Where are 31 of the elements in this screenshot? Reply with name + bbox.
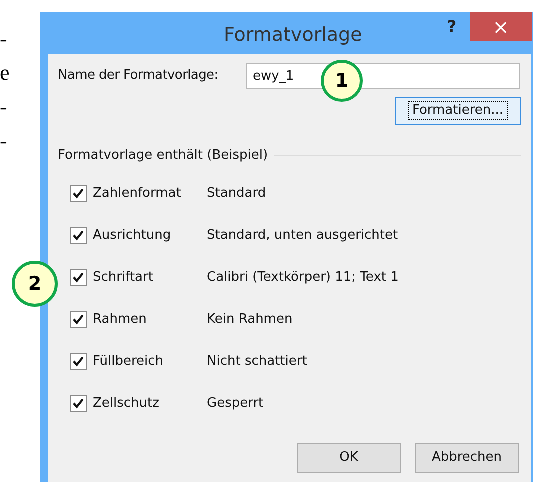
checkbox[interactable] <box>70 395 87 412</box>
checkbox-label[interactable]: Ausrichtung <box>93 226 207 246</box>
checkbox[interactable] <box>70 269 87 286</box>
checkbox[interactable] <box>70 185 87 202</box>
cancel-button[interactable]: Abbrechen <box>415 443 519 473</box>
document-text: - <box>0 93 8 121</box>
document-text: - <box>0 25 8 53</box>
checkbox-label[interactable]: Rahmen <box>93 310 207 330</box>
ok-button[interactable]: OK <box>297 443 401 473</box>
document-text: e <box>0 59 10 87</box>
document-text: - <box>0 127 8 155</box>
checkbox-label[interactable]: Füllbereich <box>93 352 207 372</box>
help-button[interactable]: ? <box>440 14 464 40</box>
item-value: Standard <box>207 184 266 203</box>
item-value: Calibri (Textkörper) 11; Text 1 <box>207 268 399 287</box>
format-button[interactable]: Formatieren... <box>395 97 521 125</box>
item-value: Kein Rahmen <box>207 310 293 329</box>
item-value: Gesperrt <box>207 394 264 413</box>
group-title: Formatvorlage enthält (Beispiel) <box>58 147 270 165</box>
checkbox-label[interactable]: Zahlenformat <box>93 184 207 204</box>
callout-marker: 2 <box>12 261 58 307</box>
checkbox-label[interactable]: Zellschutz <box>93 394 207 414</box>
checkbox[interactable] <box>70 227 87 244</box>
item-value: Nicht schattiert <box>207 352 308 371</box>
checkbox-label[interactable]: Schriftart <box>93 268 207 288</box>
name-label: Name der Formatvorlage: <box>58 67 220 86</box>
window-title: Formatvorlage <box>224 23 362 48</box>
close-button[interactable]: × <box>470 12 532 41</box>
checkbox[interactable] <box>70 311 87 328</box>
checkbox[interactable] <box>70 353 87 370</box>
item-value: Standard, unten ausgerichtet <box>207 226 398 245</box>
